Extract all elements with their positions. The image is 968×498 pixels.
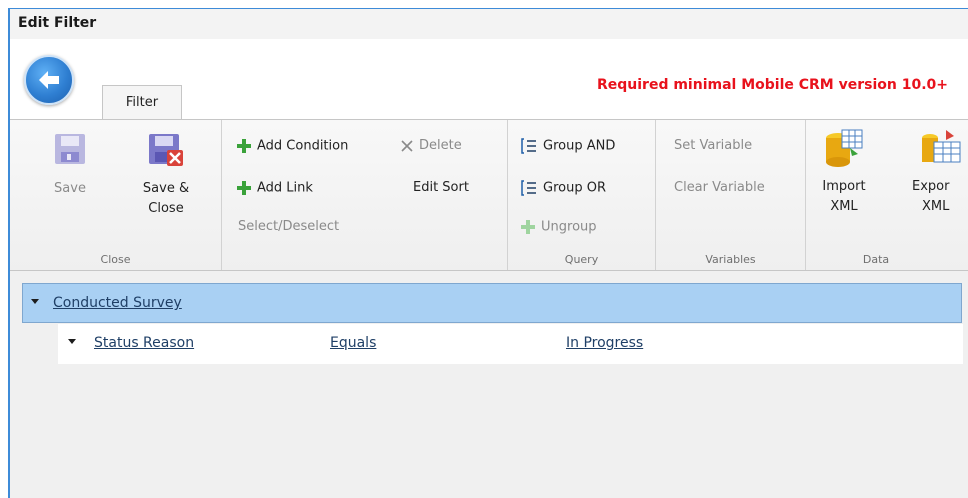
group-icon [521, 180, 536, 196]
query-group: Group AND Group OR Ungroup Query [508, 120, 656, 270]
edit-sort-button[interactable]: Edit Sort [413, 180, 469, 195]
group-and-label: Group AND [543, 138, 616, 154]
export-xml-label-2: XML [922, 199, 950, 214]
condition-value[interactable]: In Progress [566, 335, 643, 351]
edit-group: Add Condition Delete Add Link Edit Sort … [222, 120, 508, 270]
close-group-label: Close [100, 253, 131, 266]
save-close-label-2: Close [148, 201, 184, 216]
import-xml-icon [826, 129, 863, 167]
window-title: Edit Filter [18, 15, 97, 31]
plus-icon [521, 220, 535, 234]
delete-x-icon [401, 139, 413, 152]
add-link-label: Add Link [257, 180, 313, 196]
query-group-label: Query [564, 253, 599, 266]
save-close-icon [149, 134, 183, 166]
group-and-button[interactable]: Group AND [520, 138, 615, 154]
select-deselect-label: Select/Deselect [238, 219, 340, 234]
add-link-button[interactable]: Add Link [236, 180, 313, 196]
save-button[interactable]: Save [50, 132, 90, 199]
clear-variable-button[interactable]: Clear Variable [674, 180, 765, 195]
export-xml-button[interactable]: Expor XML [906, 128, 968, 217]
expand-caret-icon[interactable] [31, 299, 39, 304]
back-button[interactable] [24, 55, 74, 105]
back-arrow-icon [39, 71, 59, 89]
clear-variable-label: Clear Variable [674, 180, 765, 195]
ungroup-label: Ungroup [541, 219, 597, 235]
export-xml-icon [922, 130, 961, 163]
delete-button[interactable]: Delete [400, 138, 462, 153]
save-icon [55, 134, 85, 164]
set-variable-label: Set Variable [674, 138, 753, 153]
delete-label: Delete [419, 138, 462, 153]
variables-group-label: Variables [705, 253, 756, 266]
save-close-button[interactable]: Save & Close [136, 132, 196, 219]
entity-row[interactable]: Conducted Survey [22, 283, 962, 323]
import-xml-button[interactable]: Import XML [816, 128, 872, 217]
add-condition-button[interactable]: Add Condition [236, 138, 348, 154]
edit-filter-window: Edit Filter Filter Required minimal Mobi… [8, 8, 968, 498]
ribbon: Save Save & Close Close Add Condition De… [10, 119, 968, 271]
version-requirement-text: Required minimal Mobile CRM version 10.0… [596, 77, 948, 93]
data-group: Import XML Expor XML Data [806, 120, 968, 270]
set-variable-button[interactable]: Set Variable [674, 138, 752, 153]
tab-filter[interactable]: Filter [102, 85, 182, 119]
select-deselect-button[interactable]: Select/Deselect [238, 219, 339, 234]
plus-icon [237, 139, 251, 153]
ungroup-button[interactable]: Ungroup [520, 219, 597, 235]
save-label: Save [54, 181, 86, 196]
data-group-label: Data [862, 253, 890, 266]
group-or-label: Group OR [543, 180, 606, 196]
save-close-label-1: Save & [142, 181, 190, 196]
variables-group: Set Variable Clear Variable Variables [656, 120, 806, 270]
group-or-button[interactable]: Group OR [520, 180, 606, 196]
group-icon [521, 138, 536, 154]
entity-link[interactable]: Conducted Survey [53, 295, 182, 311]
expand-caret-icon[interactable] [68, 339, 76, 344]
import-xml-label-1: Import [822, 179, 866, 194]
title-bar: Edit Filter [10, 9, 968, 39]
condition-row[interactable]: Status Reason Equals In Progress [58, 324, 963, 364]
add-condition-label: Add Condition [257, 138, 349, 154]
condition-field[interactable]: Status Reason [94, 335, 194, 351]
plus-icon [237, 181, 251, 195]
ribbon-header: Filter Required minimal Mobile CRM versi… [10, 49, 968, 119]
edit-sort-label: Edit Sort [413, 180, 469, 195]
export-xml-label-1: Expor [912, 179, 950, 194]
filter-tree: Conducted Survey Status Reason Equals In… [10, 271, 968, 498]
close-group: Save Save & Close Close [10, 120, 222, 270]
condition-operator[interactable]: Equals [330, 335, 376, 351]
import-xml-label-2: XML [830, 199, 858, 214]
